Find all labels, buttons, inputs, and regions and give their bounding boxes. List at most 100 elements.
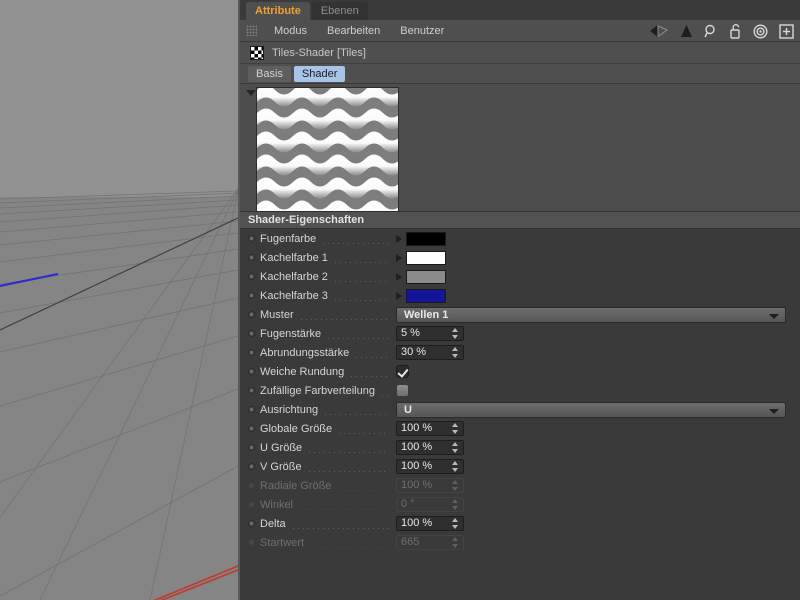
property-row-weiche-rundung[interactable]: Weiche Rundung [240,362,800,381]
property-row-winkel: Winkel 0 ° [240,495,800,514]
number-value: 100 % [401,441,433,453]
leader-dots [307,442,389,453]
leader-dots [309,537,389,548]
property-control: 100 % [396,421,800,436]
checkbox-zufaellige-farbverteilung[interactable] [396,384,409,397]
property-row-zufaellige-farbverteilung[interactable]: Zufällige Farbverteilung [240,381,800,400]
lock-open-icon[interactable] [729,23,742,39]
property-label: Abrundungsstärke [260,346,350,359]
property-label: Kachelfarbe 1 [260,251,328,264]
search-icon[interactable] [704,24,718,38]
spinner-icon[interactable] [452,461,459,473]
leader-dots [336,480,389,491]
property-row-abrundungsstaerke[interactable]: Abrundungsstärke 30 % [240,343,800,362]
drag-grip-icon[interactable] [246,25,257,36]
viewport-grid [0,188,238,600]
property-row-u-groesse[interactable]: U Größe 100 % [240,438,800,457]
animate-dot-icon[interactable] [248,330,255,337]
animate-dot-icon[interactable] [248,463,255,470]
back-arrow-icon[interactable] [649,24,669,38]
spinner-icon [452,499,459,511]
spinner-icon[interactable] [452,442,459,454]
up-arrow-icon[interactable] [680,24,693,38]
property-control: 5 % [396,326,800,341]
tab-ebenen[interactable]: Ebenen [311,2,368,20]
property-label: Muster [260,308,294,321]
dropdown-muster[interactable]: Wellen 1 [396,306,786,323]
chevron-down-icon[interactable] [246,90,256,96]
property-row-v-groesse[interactable]: V Größe 100 % [240,457,800,476]
property-control [396,269,800,284]
perspective-viewport[interactable] [0,0,238,600]
animate-dot-icon[interactable] [248,520,255,527]
number-value: 100 % [401,460,433,472]
target-icon[interactable] [753,23,768,39]
animate-dot-icon[interactable] [248,311,255,318]
property-row-kachelfarbe-3[interactable]: Kachelfarbe 3 [240,286,800,305]
color-swatch-kachelfarbe-2[interactable] [406,269,446,284]
checkbox-weiche-rundung[interactable] [396,365,409,378]
property-label: Globale Größe [260,422,333,435]
number-input-v-groesse[interactable]: 100 % [396,459,464,474]
property-label: Fugenstärke [260,327,322,340]
plus-icon[interactable] [779,23,794,39]
animate-dot-icon[interactable] [248,425,255,432]
animate-dot-icon[interactable] [248,292,255,299]
tab-attribute[interactable]: Attribute [246,2,310,20]
property-row-kachelfarbe-1[interactable]: Kachelfarbe 1 [240,248,800,267]
expand-triangle-icon[interactable] [396,234,402,243]
animate-dot-icon[interactable] [248,254,255,261]
property-label: V Größe [260,460,302,473]
expand-triangle-icon[interactable] [396,253,402,262]
number-input-u-groesse[interactable]: 100 % [396,440,464,455]
spinner-icon[interactable] [452,328,459,340]
spinner-icon[interactable] [452,518,459,530]
number-input-abrundungsstaerke[interactable]: 30 % [396,345,464,360]
expand-triangle-icon[interactable] [396,272,402,281]
animate-dot-icon [248,501,255,508]
property-label: Ausrichtung [260,403,319,416]
property-label: Winkel [260,498,294,511]
property-row-globale-groesse[interactable]: Globale Größe 100 % [240,419,800,438]
spinner-icon[interactable] [452,423,459,435]
color-swatch-kachelfarbe-1[interactable] [406,250,446,265]
expand-triangle-icon[interactable] [396,291,402,300]
property-row-fugenfarbe[interactable]: Fugenfarbe [240,229,800,248]
spinner-icon[interactable] [452,347,459,359]
subtab-shader[interactable]: Shader [293,65,346,82]
animate-dot-icon[interactable] [248,444,255,451]
animate-dot-icon[interactable] [248,349,255,356]
dropdown-value: U [404,403,412,416]
property-control: 100 % [396,516,800,531]
animate-dot-icon[interactable] [248,368,255,375]
animate-dot-icon[interactable] [248,406,255,413]
menu-item-benutzer[interactable]: Benutzer [390,21,454,41]
menu-item-bearbeiten[interactable]: Bearbeiten [317,21,390,41]
dropdown-value: Wellen 1 [404,308,449,321]
subtab-basis[interactable]: Basis [248,65,291,82]
property-row-fugenstaerke[interactable]: Fugenstärke 5 % [240,324,800,343]
leader-dots [298,309,389,320]
menu-item-modus[interactable]: Modus [264,21,317,41]
number-input-globale-groesse[interactable]: 100 % [396,421,464,436]
property-row-delta[interactable]: Delta 100 % [240,514,800,533]
shader-preview-thumbnail[interactable] [256,87,399,212]
property-control [396,231,800,246]
number-input-fugenstaerke[interactable]: 5 % [396,326,464,341]
attribute-menu-bar: Modus Bearbeiten Benutzer [240,20,800,42]
leader-dots [332,290,389,301]
color-swatch-fugenfarbe[interactable] [406,231,446,246]
property-row-ausrichtung[interactable]: Ausrichtung U [240,400,800,419]
color-swatch-kachelfarbe-3[interactable] [406,288,446,303]
number-input-startwert: 665 [396,535,464,550]
property-row-muster[interactable]: Muster Wellen 1 [240,305,800,324]
animate-dot-icon[interactable] [248,235,255,242]
property-label: Fugenfarbe [260,232,317,245]
animate-dot-icon[interactable] [248,273,255,280]
number-input-delta[interactable]: 100 % [396,516,464,531]
property-row-kachelfarbe-2[interactable]: Kachelfarbe 2 [240,267,800,286]
dropdown-ausrichtung[interactable]: U [396,401,786,418]
property-label: Kachelfarbe 3 [260,289,328,302]
object-subtab-strip: Basis Shader [240,64,800,84]
animate-dot-icon[interactable] [248,387,255,394]
